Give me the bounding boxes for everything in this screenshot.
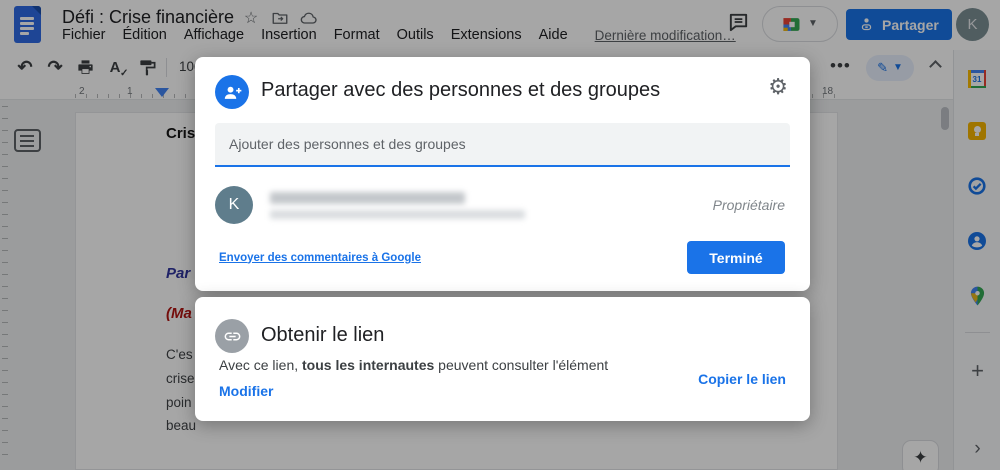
add-people-input[interactable]	[215, 123, 790, 167]
owner-role-label: Propriétaire	[713, 197, 785, 213]
share-settings-gear-icon[interactable]: ⚙	[768, 77, 788, 99]
link-permission-description: Avec ce lien, tous les internautes peuve…	[219, 357, 608, 373]
share-dialog-footer: Envoyer des commentaires à Google Termin…	[219, 241, 785, 274]
modify-link[interactable]: Modifier	[219, 383, 273, 399]
share-dialog: Partager avec des personnes et des group…	[195, 57, 810, 291]
link-icon	[215, 319, 249, 353]
owner-email-blurred	[270, 210, 525, 219]
google-docs-window: Défi : Crise financière ☆ Fichier Éditio…	[0, 0, 1000, 470]
owner-name-blurred	[270, 192, 465, 204]
share-dialog-title: Partager avec des personnes et des group…	[261, 79, 660, 102]
person-add-icon	[215, 75, 249, 109]
get-link-dialog-title: Obtenir le lien	[261, 324, 384, 347]
done-button[interactable]: Terminé	[687, 241, 785, 274]
send-feedback-link[interactable]: Envoyer des commentaires à Google	[219, 252, 421, 264]
owner-avatar: K	[215, 186, 253, 224]
get-link-dialog: Obtenir le lien Avec ce lien, tous les i…	[195, 297, 810, 421]
copy-link-button[interactable]: Copier le lien	[698, 371, 786, 387]
owner-identity-redacted	[270, 192, 525, 219]
owner-row: K Propriétaire	[215, 185, 790, 225]
